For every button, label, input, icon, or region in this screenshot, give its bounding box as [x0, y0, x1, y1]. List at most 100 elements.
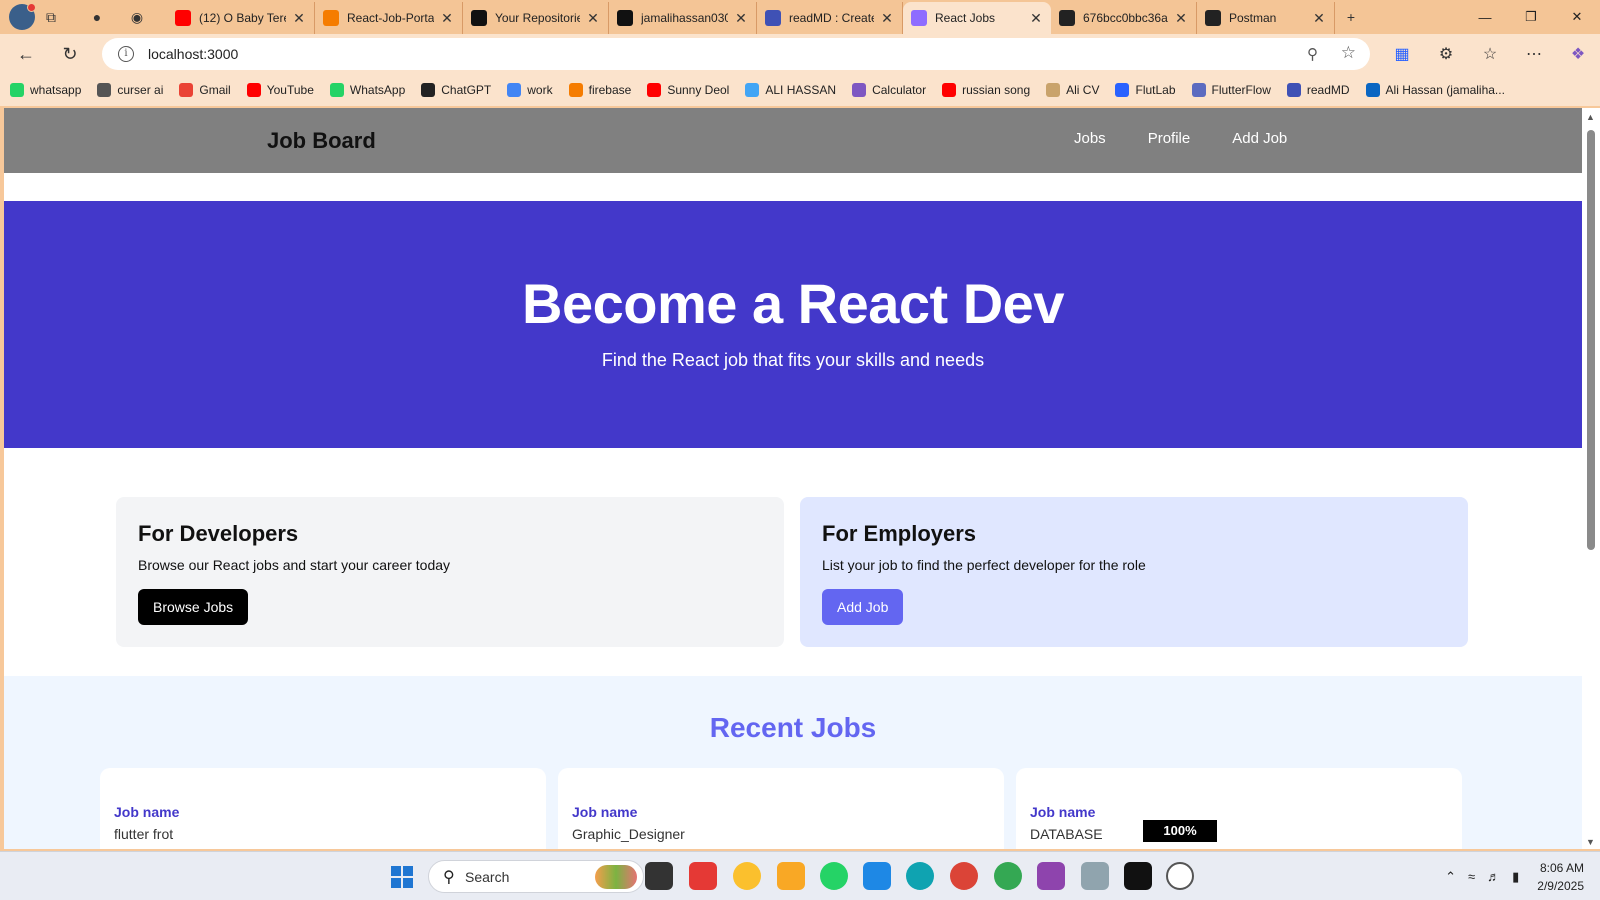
reload-button[interactable]: ↻ [52, 38, 88, 70]
more-menu-icon[interactable]: ⋯ [1512, 44, 1556, 64]
nav-link-add-job[interactable]: Add Job [1232, 130, 1287, 147]
translate-icon[interactable]: ▦ [1380, 44, 1424, 64]
browse-jobs-button[interactable]: Browse Jobs [138, 589, 249, 625]
scroll-down-icon[interactable]: ▼ [1586, 837, 1595, 847]
volume-icon[interactable]: ♬ [1487, 869, 1500, 884]
close-tab-icon[interactable]: ✕ [880, 10, 894, 27]
bookmark-item[interactable]: WhatsApp [329, 83, 405, 97]
close-tab-icon[interactable]: ✕ [292, 10, 306, 27]
bookmark-item[interactable]: Gmail [179, 83, 231, 97]
search-icon: ⚲ [443, 869, 455, 886]
site-info-icon[interactable]: i [118, 46, 134, 62]
chrome-icon[interactable] [950, 862, 978, 890]
bookmark-icon [1115, 83, 1130, 97]
cursor-app-icon[interactable] [1124, 862, 1152, 890]
close-tab-icon[interactable]: ✕ [586, 10, 600, 27]
bookmark-item[interactable]: Calculator [852, 83, 926, 97]
nav-link-profile[interactable]: Profile [1148, 130, 1191, 147]
close-tab-icon[interactable]: ✕ [1174, 10, 1188, 27]
visual-studio-icon[interactable] [1037, 862, 1065, 890]
bookmark-item[interactable]: ChatGPT [421, 83, 491, 97]
tab-title: Your Repositorie [495, 11, 580, 25]
minimize-button[interactable]: — [1462, 0, 1508, 34]
bookmark-item[interactable]: Ali Hassan (jamaliha... [1365, 83, 1505, 97]
bookmark-item[interactable]: Ali CV [1046, 83, 1099, 97]
anydesk-icon[interactable] [689, 862, 717, 890]
bookmark-item[interactable]: russian song [942, 83, 1030, 97]
tab-list: (12) O Baby Tere ✕ React-Job-Portal ✕ Your R… [167, 0, 1335, 34]
browser-tab[interactable]: 676bcc0bbc36a2 ✕ [1051, 2, 1197, 34]
browser-tab[interactable]: readMD : Create ✕ [757, 2, 903, 34]
battery-icon[interactable]: ▮ [1512, 869, 1519, 885]
windows-start-icon[interactable] [391, 866, 413, 888]
favorites-icon[interactable]: ☆ [1468, 44, 1512, 64]
job-card[interactable]: Job name flutter frot [100, 768, 546, 849]
tab-title: React Jobs [935, 11, 996, 25]
edge-icon[interactable] [906, 862, 934, 890]
bookmark-item[interactable]: YouTube [246, 83, 314, 97]
scrollbar-thumb[interactable] [1587, 130, 1595, 550]
browser-tab[interactable]: React Jobs ✕ [903, 2, 1051, 34]
restore-button[interactable]: ❐ [1508, 0, 1554, 34]
tab-title: React-Job-Portal [347, 11, 434, 25]
bookmark-item[interactable]: curser ai [97, 83, 163, 97]
scroll-up-icon[interactable]: ▲ [1586, 112, 1595, 122]
nav-link-jobs[interactable]: Jobs [1074, 130, 1106, 147]
bookmark-item[interactable]: firebase [568, 83, 632, 97]
vscode-icon[interactable] [863, 862, 891, 890]
browser-tab[interactable]: React-Job-Portal ✕ [315, 2, 463, 34]
bookmark-icon [1286, 83, 1301, 97]
bookmark-item[interactable]: FlutLab [1115, 83, 1176, 97]
favorite-star-icon[interactable]: ☆ [1341, 43, 1356, 63]
close-tab-icon[interactable]: ✕ [1312, 10, 1326, 27]
bookmark-label: firebase [588, 83, 632, 97]
clock-app-icon[interactable] [1166, 862, 1194, 890]
bookmark-item[interactable]: work [507, 83, 553, 97]
browser-tab[interactable]: Your Repositorie ✕ [463, 2, 609, 34]
browser-tab[interactable]: (12) O Baby Tere ✕ [167, 2, 315, 34]
bookmark-item[interactable]: FlutterFlow [1191, 83, 1271, 97]
zoom-icon[interactable]: ⚲ [1307, 45, 1318, 63]
bookmark-item[interactable]: ALI HASSAN [745, 83, 836, 97]
pinned-tab-icon-2[interactable]: ◉ [121, 2, 153, 32]
chat-app-icon[interactable] [733, 862, 761, 890]
close-tab-icon[interactable]: ✕ [734, 10, 748, 27]
page-scrollbar[interactable]: ▲ ▼ [1582, 108, 1600, 849]
chrome-alt-icon[interactable] [994, 862, 1022, 890]
browser-toolbar: ← ↻ i localhost:3000 ⚲ ☆ ▦ ⚙ ☆ ⋯ ❖ [0, 34, 1600, 74]
windows-taskbar: ⚲ Search ⌃ ≈ ♬ ▮ 8:06 AM 2/9/2025 [0, 851, 1600, 900]
tab-title: readMD : Create [789, 11, 874, 25]
close-tab-icon[interactable]: ✕ [440, 10, 454, 27]
bookmark-icon [97, 83, 112, 97]
tab-title: 676bcc0bbc36a2 [1083, 11, 1168, 25]
bookmark-label: YouTube [266, 83, 314, 97]
add-job-button[interactable]: Add Job [822, 589, 904, 625]
file-explorer-icon[interactable] [777, 862, 805, 890]
job-card[interactable]: Job name Graphic_Designer [558, 768, 1004, 849]
bookmark-item[interactable]: whatsapp [10, 83, 81, 97]
new-tab-button[interactable]: + [1335, 2, 1367, 32]
browser-tab[interactable]: Postman ✕ [1197, 2, 1335, 34]
wifi-icon[interactable]: ≈ [1468, 869, 1475, 884]
chart-app-icon[interactable] [1081, 862, 1109, 890]
taskbar-search[interactable]: ⚲ Search [428, 860, 644, 893]
close-tab-icon[interactable]: ✕ [1029, 10, 1043, 27]
bookmark-item[interactable]: readMD [1286, 83, 1350, 97]
browser-tab[interactable]: jamalihassan030 ✕ [609, 2, 757, 34]
pinned-tab-icon[interactable]: ● [81, 2, 113, 32]
address-bar[interactable]: i localhost:3000 ⚲ ☆ [102, 38, 1370, 70]
site-brand[interactable]: Job Board [267, 128, 376, 154]
taskbar-search-label: Search [465, 869, 510, 885]
extensions-icon[interactable]: ⚙ [1424, 44, 1468, 64]
clock[interactable]: 8:06 AM 2/9/2025 [1537, 859, 1584, 895]
workspaces-icon[interactable]: ⧉ [35, 2, 67, 32]
task-view-icon[interactable] [645, 862, 673, 890]
close-window-button[interactable]: ✕ [1554, 0, 1600, 34]
whatsapp-icon[interactable] [820, 862, 848, 890]
bookmark-item[interactable]: Sunny Deol [647, 83, 729, 97]
copilot-icon[interactable]: ❖ [1556, 44, 1600, 64]
profile-avatar[interactable] [9, 3, 36, 30]
job-card[interactable]: Job name DATABASE 100% [1016, 768, 1462, 849]
tray-overflow-icon[interactable]: ⌃ [1445, 869, 1456, 885]
back-button[interactable]: ← [8, 38, 44, 70]
